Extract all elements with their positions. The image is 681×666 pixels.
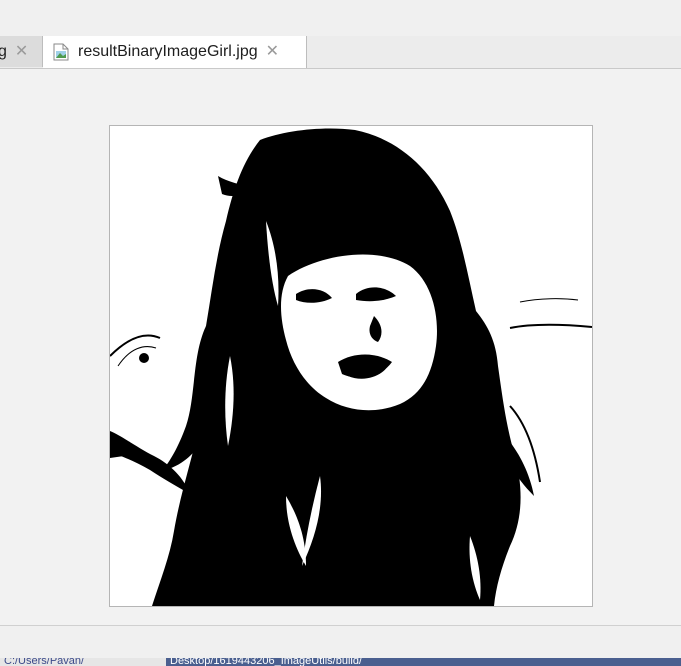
close-icon[interactable]: ✕ <box>266 44 279 60</box>
status-bar: C:/Users/Pavan/ Desktop/1619443206_Image… <box>0 658 681 666</box>
window-top-strip <box>0 0 681 37</box>
status-path-right: Desktop/1619443206_ImageUtils/build/ <box>166 658 681 666</box>
editor-tab-bar: g ✕ resultBinaryImageGirl.jpg ✕ <box>0 36 681 69</box>
binary-girl-picture <box>110 126 592 606</box>
image-viewer-pane <box>0 69 681 625</box>
status-path-left: C:/Users/Pavan/ <box>0 658 166 666</box>
close-icon[interactable]: ✕ <box>15 43 28 60</box>
binary-image <box>109 125 593 607</box>
image-file-icon <box>53 43 69 61</box>
tab-label: g <box>0 42 7 60</box>
tab-previous-file[interactable]: g ✕ <box>0 36 43 67</box>
status-path-left-text: C:/Users/Pavan/ <box>4 658 85 666</box>
status-path-right-text: Desktop/1619443206_ImageUtils/build/ <box>170 658 363 666</box>
tab-label: resultBinaryImageGirl.jpg <box>78 43 258 60</box>
tab-result-binary-image[interactable]: resultBinaryImageGirl.jpg ✕ <box>43 36 307 68</box>
editor-bottom-panel <box>0 625 681 659</box>
